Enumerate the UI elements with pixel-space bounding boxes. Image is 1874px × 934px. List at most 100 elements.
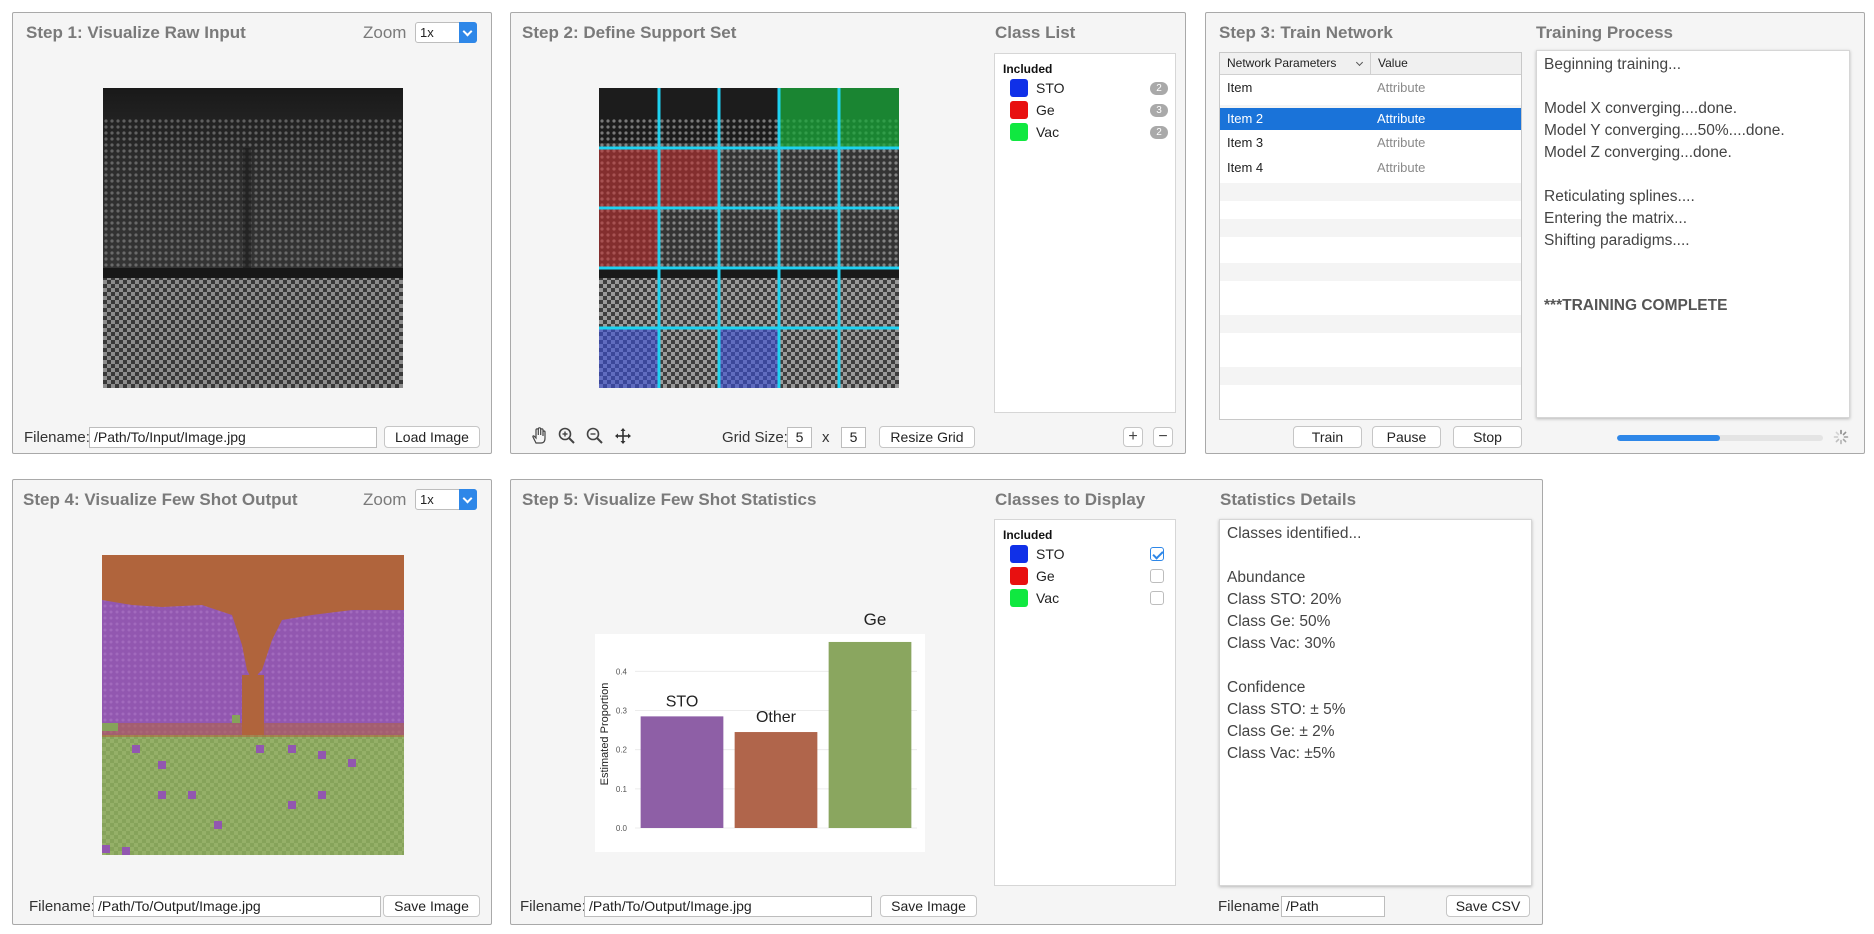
class-count-badge: 2 — [1150, 82, 1168, 95]
bar-label: STO — [666, 693, 699, 710]
chart-bar — [640, 716, 724, 828]
step4-zoom-label: Zoom — [363, 490, 407, 509]
class-checkbox[interactable] — [1150, 547, 1164, 561]
hand-tool-icon[interactable] — [529, 426, 549, 446]
class-list-item[interactable]: Ge 3 — [1010, 100, 1180, 120]
class-name: STO — [1036, 80, 1065, 96]
class-color-swatch — [1010, 101, 1028, 119]
stat-line: Abundance — [1227, 569, 1306, 586]
step4-save-image-button[interactable]: Save Image — [383, 895, 480, 917]
table-stripe — [1220, 367, 1521, 385]
row-name: Item — [1227, 80, 1253, 95]
step4-panel: Step 4: Visualize Few Shot Output Zoom 1… — [12, 479, 492, 925]
table-row[interactable]: Item 3 Attribute — [1220, 132, 1521, 158]
log-line-complete: ***TRAINING COMPLETE — [1544, 297, 1728, 314]
log-line: Beginning training... — [1544, 56, 1682, 73]
zoom-out-icon[interactable] — [585, 426, 605, 446]
class-display-item[interactable]: STO — [1010, 544, 1180, 564]
remove-class-button[interactable]: − — [1153, 427, 1173, 447]
class-color-swatch — [1010, 567, 1028, 585]
table-stripe — [1220, 219, 1521, 237]
step4-filename-label: Filename: — [29, 898, 95, 915]
step1-zoom-select[interactable]: 1x — [415, 22, 477, 43]
step4-title: Step 4: Visualize Few Shot Output — [23, 490, 298, 509]
log-line: Shifting paradigms.... — [1544, 232, 1690, 249]
table-stripe — [1220, 263, 1521, 281]
step5-filename-label: Filename: — [520, 898, 586, 915]
resize-grid-button[interactable]: Resize Grid — [879, 426, 975, 448]
grid-x-label: x — [822, 429, 830, 446]
stats-filename-label: Filename: — [1218, 898, 1284, 915]
stop-button[interactable]: Stop — [1453, 426, 1522, 448]
stat-line: Class STO: ± 5% — [1227, 701, 1346, 718]
step5-title: Step 5: Visualize Few Shot Statistics — [522, 490, 817, 509]
class-list-item[interactable]: STO 2 — [1010, 78, 1180, 98]
stat-line: Classes identified... — [1227, 525, 1362, 542]
row-name: Item 4 — [1227, 160, 1264, 175]
chevron-down-icon — [459, 489, 477, 510]
class-display-item[interactable]: Vac — [1010, 588, 1180, 608]
classes-included-label: Included — [1003, 528, 1053, 542]
log-line: Model Z converging...done. — [1544, 144, 1732, 161]
class-name: Ge — [1036, 102, 1055, 118]
zoom-in-icon[interactable] — [557, 426, 577, 446]
step1-filename-field[interactable]: /Path/To/Input/Image.jpg — [89, 427, 377, 448]
network-parameters-table[interactable]: Network Parameters Value Item Attribute … — [1219, 52, 1522, 420]
log-line: Model Y converging....50%....done. — [1544, 122, 1785, 139]
y-tick-label: 0.3 — [616, 707, 628, 716]
load-image-button[interactable]: Load Image — [384, 426, 480, 448]
class-checkbox[interactable] — [1150, 569, 1164, 583]
table-stripe — [1220, 183, 1521, 201]
few-shot-output-image — [102, 555, 404, 855]
grid-rows-field[interactable]: 5 — [787, 427, 812, 448]
class-color-swatch — [1010, 79, 1028, 97]
pause-button[interactable]: Pause — [1372, 426, 1441, 448]
y-tick-label: 0.1 — [616, 785, 628, 794]
step1-zoom-label: Zoom — [363, 23, 407, 42]
table-row-selected[interactable]: Item 2 Attribute — [1220, 108, 1521, 130]
statistics-details-title: Statistics Details — [1220, 490, 1357, 509]
row-name: Item 3 — [1227, 135, 1264, 150]
step5-save-image-button[interactable]: Save Image — [880, 895, 977, 917]
col-header-value[interactable]: Value — [1371, 53, 1521, 75]
step1-filename-label: Filename: — [24, 429, 90, 446]
chart-bar — [828, 641, 912, 828]
grid-cols-field[interactable]: 5 — [841, 427, 866, 448]
row-value: Attribute — [1377, 111, 1426, 126]
statistics-details-box: Classes identified... Abundance Class ST… — [1219, 519, 1532, 886]
spinner-icon — [1833, 429, 1849, 445]
table-row[interactable]: Item Attribute — [1220, 75, 1521, 101]
table-stripe — [1220, 315, 1521, 333]
move-tool-icon[interactable] — [613, 426, 633, 446]
step4-filename-field[interactable]: /Path/To/Output/Image.jpg — [93, 896, 381, 917]
add-class-button[interactable]: + — [1123, 427, 1143, 447]
train-button[interactable]: Train — [1293, 426, 1362, 448]
step1-panel: Step 1: Visualize Raw Input Zoom 1x File… — [12, 12, 492, 454]
class-name: Ge — [1036, 568, 1055, 584]
row-name: Item 2 — [1227, 111, 1264, 126]
class-name: Vac — [1036, 590, 1060, 606]
training-log: Beginning training... Model X converging… — [1536, 50, 1850, 418]
class-checkbox[interactable] — [1150, 591, 1164, 605]
step3-panel: Step 3: Train Network Network Parameters… — [1205, 12, 1865, 454]
step3-title: Step 3: Train Network — [1219, 23, 1393, 42]
step4-zoom-select[interactable]: 1x — [415, 489, 477, 510]
bar-chart-svg: 0.0 0.1 0.2 0.3 0.4 Estimated Proportion STO Ot… — [599, 641, 917, 833]
step1-title: Step 1: Visualize Raw Input — [26, 23, 246, 42]
stat-line: Class Vac: ±5% — [1227, 745, 1336, 762]
y-axis-label: Estimated Proportion — [599, 683, 611, 786]
chevron-down-icon — [459, 22, 477, 43]
log-line: Reticulating splines.... — [1544, 188, 1695, 205]
step2-panel: Step 2: Define Support Set Grid Size: 5 … — [510, 12, 1186, 454]
step5-filename-field[interactable]: /Path/To/Output/Image.jpg — [584, 896, 872, 917]
col-header-parameters[interactable]: Network Parameters — [1220, 53, 1371, 75]
class-count-badge: 2 — [1150, 126, 1168, 139]
class-list-item[interactable]: Vac 2 — [1010, 122, 1180, 142]
support-set-grid[interactable] — [599, 88, 899, 388]
step4-zoom-value: 1x — [420, 492, 434, 507]
stats-filename-field[interactable]: /Path — [1281, 896, 1385, 917]
save-csv-button[interactable]: Save CSV — [1446, 895, 1530, 917]
class-display-item[interactable]: Ge — [1010, 566, 1180, 586]
class-color-swatch — [1010, 589, 1028, 607]
table-row[interactable]: Item 4 Attribute — [1220, 157, 1521, 183]
